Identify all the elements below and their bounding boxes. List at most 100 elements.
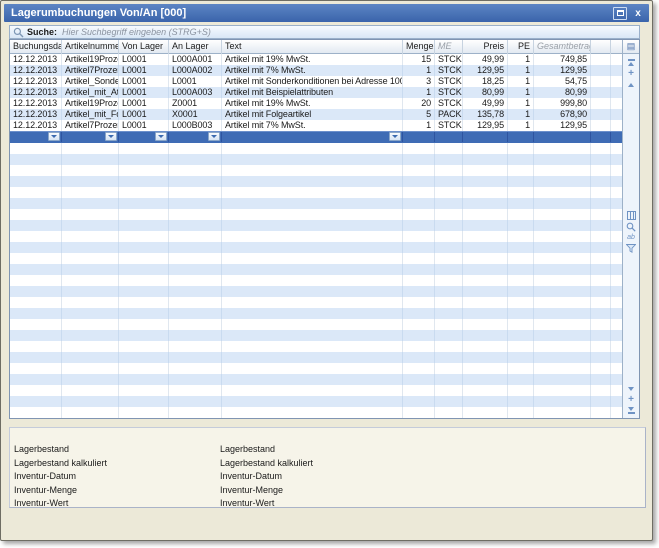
table-cell[interactable] [435, 154, 463, 165]
table-cell[interactable] [169, 242, 222, 253]
table-cell[interactable] [591, 176, 611, 187]
table-row[interactable]: 12.12.2013Artikel19ProzentL0001L000A001A… [10, 54, 622, 65]
table-cell[interactable]: PACK [435, 109, 463, 120]
table-cell[interactable] [435, 352, 463, 363]
table-cell[interactable] [222, 308, 403, 319]
table-cell[interactable] [169, 198, 222, 209]
table-cell[interactable]: L000B003 [169, 120, 222, 131]
table-cell[interactable] [508, 396, 534, 407]
table-cell[interactable] [222, 286, 403, 297]
table-cell[interactable]: Artikel mit Beispielattributen [222, 87, 403, 98]
table-cell[interactable] [222, 275, 403, 286]
table-cell[interactable] [10, 198, 62, 209]
table-cell[interactable] [403, 198, 435, 209]
table-cell[interactable] [10, 209, 62, 220]
table-cell[interactable] [222, 154, 403, 165]
table-cell[interactable] [403, 319, 435, 330]
table-cell[interactable] [508, 264, 534, 275]
table-cell[interactable] [222, 132, 403, 142]
dropdown-button[interactable] [105, 132, 117, 141]
column-header[interactable]: An Lager [169, 40, 222, 54]
empty-row[interactable] [10, 242, 622, 253]
table-cell[interactable] [403, 407, 435, 418]
table-cell[interactable] [435, 220, 463, 231]
restore-button[interactable] [613, 7, 627, 20]
table-cell[interactable] [169, 187, 222, 198]
dropdown-button[interactable] [48, 132, 60, 141]
table-cell[interactable] [508, 319, 534, 330]
table-cell[interactable] [463, 176, 508, 187]
table-cell[interactable] [463, 253, 508, 264]
table-cell[interactable] [463, 242, 508, 253]
empty-row[interactable] [10, 374, 622, 385]
dropdown-button[interactable] [155, 132, 167, 141]
table-cell[interactable] [119, 231, 169, 242]
column-header[interactable]: Menge [403, 40, 435, 54]
table-cell[interactable] [591, 220, 611, 231]
dropdown-button[interactable] [389, 132, 401, 141]
table-cell[interactable] [463, 319, 508, 330]
table-cell[interactable]: L0001 [119, 109, 169, 120]
table-cell[interactable]: L000A001 [169, 54, 222, 65]
table-cell[interactable] [463, 187, 508, 198]
table-cell[interactable] [169, 143, 222, 154]
table-cell[interactable] [119, 209, 169, 220]
table-cell[interactable] [508, 132, 534, 142]
table-cell[interactable] [10, 396, 62, 407]
table-cell[interactable]: 1 [508, 76, 534, 87]
table-cell[interactable] [10, 187, 62, 198]
table-cell[interactable] [10, 143, 62, 154]
table-cell[interactable] [222, 143, 403, 154]
table-cell[interactable] [10, 231, 62, 242]
insert-row-button[interactable]: + [623, 68, 639, 79]
table-cell[interactable] [169, 297, 222, 308]
column-header[interactable]: Artikelnummer [62, 40, 119, 54]
table-cell[interactable] [508, 352, 534, 363]
table-cell[interactable] [534, 308, 591, 319]
table-cell[interactable] [119, 286, 169, 297]
table-cell[interactable] [534, 242, 591, 253]
table-cell[interactable] [119, 308, 169, 319]
empty-row[interactable] [10, 253, 622, 264]
empty-row[interactable] [10, 385, 622, 396]
table-cell[interactable] [591, 187, 611, 198]
empty-row[interactable] [10, 341, 622, 352]
table-cell[interactable]: 15 [403, 54, 435, 65]
empty-row[interactable] [10, 286, 622, 297]
table-cell[interactable] [119, 319, 169, 330]
table-cell[interactable]: 80,99 [463, 87, 508, 98]
table-cell[interactable] [508, 308, 534, 319]
table-cell[interactable]: L0001 [119, 65, 169, 76]
table-cell[interactable] [10, 286, 62, 297]
table-cell[interactable] [62, 319, 119, 330]
table-cell[interactable] [62, 297, 119, 308]
table-cell[interactable] [169, 385, 222, 396]
table-cell[interactable] [222, 187, 403, 198]
table-cell[interactable] [534, 352, 591, 363]
table-cell[interactable] [222, 341, 403, 352]
column-header[interactable]: Gesamtbetrag [534, 40, 591, 54]
table-cell[interactable] [463, 396, 508, 407]
table-cell[interactable] [591, 275, 611, 286]
table-cell[interactable] [591, 165, 611, 176]
table-cell[interactable] [508, 176, 534, 187]
search-input[interactable] [62, 26, 639, 38]
table-cell[interactable]: 1 [508, 65, 534, 76]
table-cell[interactable] [403, 308, 435, 319]
table-cell[interactable] [10, 308, 62, 319]
table-cell[interactable] [508, 220, 534, 231]
table-cell[interactable] [403, 286, 435, 297]
table-cell[interactable]: 135,78 [463, 109, 508, 120]
table-cell[interactable] [435, 264, 463, 275]
table-cell[interactable] [534, 187, 591, 198]
table-cell[interactable] [534, 198, 591, 209]
table-cell[interactable] [435, 319, 463, 330]
table-cell[interactable] [508, 143, 534, 154]
table-cell[interactable] [463, 220, 508, 231]
table-cell[interactable] [435, 132, 463, 142]
scroll-up-button[interactable] [623, 79, 639, 90]
table-cell[interactable] [435, 374, 463, 385]
table-cell[interactable] [463, 143, 508, 154]
table-cell[interactable] [435, 396, 463, 407]
table-cell[interactable] [62, 165, 119, 176]
